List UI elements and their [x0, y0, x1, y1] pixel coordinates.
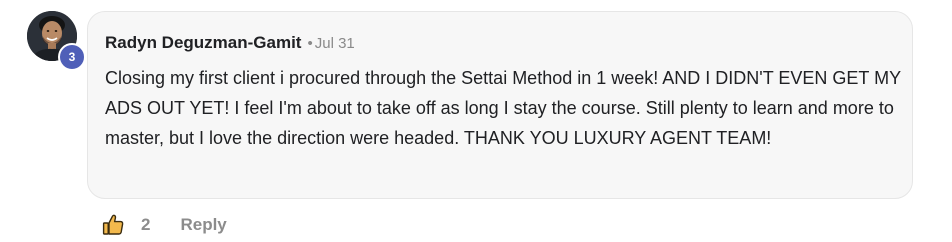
- comment-bubble: Radyn Deguzman-Gamit • Jul 31 Closing my f…: [87, 11, 913, 199]
- like-button[interactable]: [100, 212, 126, 238]
- author-avatar-container[interactable]: 3: [27, 11, 86, 71]
- comment-actions: 2 Reply: [100, 212, 227, 238]
- comment-item: 3 Radyn Deguzman-Gamit • Jul 31 Closing my…: [0, 0, 952, 242]
- thumbs-up-icon: [102, 214, 124, 235]
- comment-meta: Radyn Deguzman-Gamit • Jul 31: [105, 32, 355, 55]
- level-badge: 3: [58, 43, 86, 71]
- comment-body: Closing my first client i procured throu…: [105, 68, 901, 148]
- comment-date[interactable]: Jul 31: [315, 35, 355, 52]
- like-count: 2: [141, 215, 151, 234]
- reply-button[interactable]: Reply: [180, 215, 226, 235]
- meta-separator: •: [307, 35, 313, 52]
- author-name[interactable]: Radyn Deguzman-Gamit: [105, 33, 301, 52]
